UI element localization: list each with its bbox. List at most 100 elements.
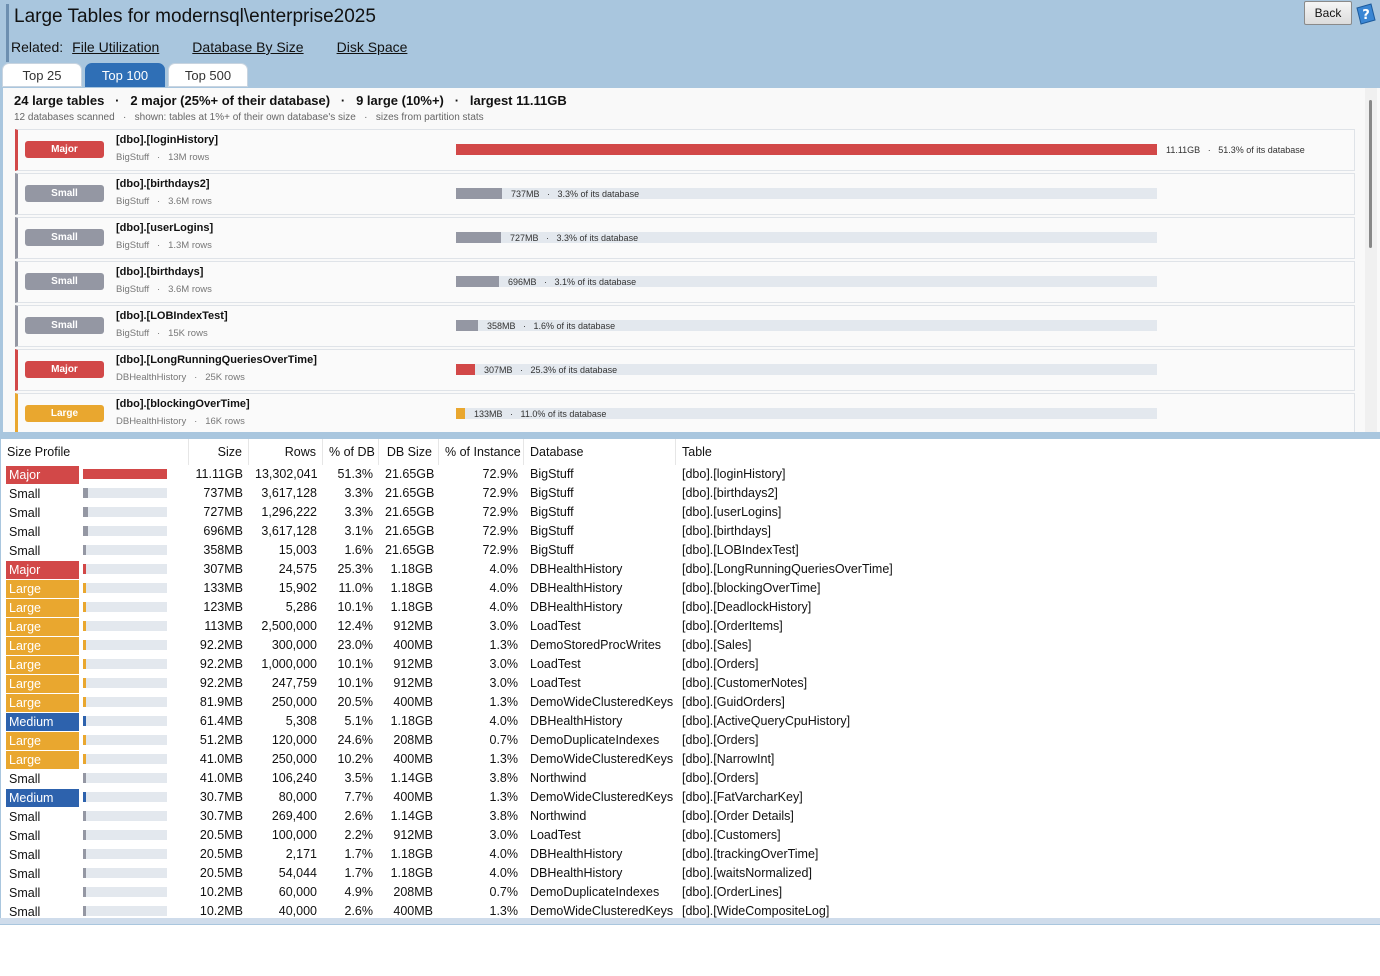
- rows-cell: 100,000: [271, 828, 317, 842]
- panel-splitter[interactable]: [0, 432, 1380, 439]
- size-profile-cell: Small: [9, 525, 41, 539]
- table-row[interactable]: Large 123MB 5,286 10.1% 1.18GB 4.0% DBHealthHi…: [1, 598, 1380, 617]
- table-cell: [dbo].[NarrowInt]: [682, 752, 775, 766]
- db-size-cell: 400MB: [393, 790, 433, 804]
- table-cell: [dbo].[Sales]: [682, 638, 752, 652]
- table-row[interactable]: Medium 30.7MB 80,000 7.7% 400MB 1.3% DemoWideC…: [1, 788, 1380, 807]
- size-bar-fill: [83, 678, 86, 688]
- size-bar-track: [83, 811, 167, 821]
- table-cell: [dbo].[DeadlockHistory]: [682, 600, 812, 614]
- size-bar-track: [456, 144, 1157, 155]
- help-icon[interactable]: ?: [1354, 2, 1378, 26]
- database-by-size-link[interactable]: Database By Size: [192, 39, 303, 55]
- pct-of-instance-cell: 4.0%: [489, 714, 519, 728]
- table-row[interactable]: Small 727MB 1,296,222 3.3% 21.65GB 72.9% BigSt…: [1, 503, 1380, 522]
- table-meta: BigStuff · 1.3M rows: [116, 240, 212, 251]
- column-header-rows[interactable]: Rows: [249, 439, 323, 465]
- pct-of-db-cell: 20.5%: [337, 695, 373, 709]
- column-header-pct-of-instance[interactable]: % of Instance: [439, 439, 524, 465]
- size-profile-cell: Large: [6, 656, 79, 674]
- database-cell: LoadTest: [530, 619, 581, 633]
- table-row[interactable]: Major 11.11GB 13,302,041 51.3% 21.65GB 72.9% B…: [1, 465, 1380, 484]
- db-size-cell: 912MB: [393, 657, 433, 671]
- table-row[interactable]: Large 92.2MB 300,000 23.0% 400MB 1.3% DemoStor…: [1, 636, 1380, 655]
- pct-of-db-cell: 10.1%: [337, 600, 373, 614]
- size-profile-cell: Small: [9, 886, 41, 900]
- rows-cell: 5,308: [285, 714, 317, 728]
- table-cell: [dbo].[FatVarcharKey]: [682, 790, 803, 804]
- table-name: [dbo].[userLogins]: [116, 222, 214, 234]
- size-bar-fill: [83, 640, 86, 650]
- column-header-database[interactable]: Database: [524, 439, 676, 465]
- column-header-db-size[interactable]: DB Size: [379, 439, 439, 465]
- table-row[interactable]: Small 696MB 3,617,128 3.1% 21.65GB 72.9% BigSt…: [1, 522, 1380, 541]
- table-card[interactable]: Small [dbo].[userLogins] BigStuff · 1.3M r…: [15, 217, 1355, 259]
- file-utilization-link[interactable]: File Utilization: [72, 39, 159, 55]
- size-bar-fill: [456, 276, 499, 287]
- table-card[interactable]: Small [dbo].[birthdays] BigStuff · 3.6M ro…: [15, 261, 1355, 303]
- database-cell: DBHealthHistory: [530, 562, 623, 576]
- table-row[interactable]: Small 10.2MB 60,000 4.9% 208MB 0.7% DemoDuplic…: [1, 883, 1380, 902]
- pct-of-instance-cell: 1.3%: [489, 790, 519, 804]
- table-cell: [dbo].[Customers]: [682, 828, 781, 842]
- pct-of-instance-cell: 72.9%: [482, 524, 518, 538]
- table-card[interactable]: Major [dbo].[loginHistory] BigStuff · 13M …: [15, 129, 1355, 171]
- tab-top-25[interactable]: Top 25: [2, 63, 82, 87]
- table-row[interactable]: Large 92.2MB 247,759 10.1% 912MB 3.0% LoadTest…: [1, 674, 1380, 693]
- table-row[interactable]: Small 20.5MB 100,000 2.2% 912MB 3.0% LoadTest […: [1, 826, 1380, 845]
- column-header-size[interactable]: Size: [189, 439, 249, 465]
- back-button[interactable]: Back: [1304, 1, 1352, 25]
- table-row[interactable]: Large 81.9MB 250,000 20.5% 400MB 1.3% DemoWide…: [1, 693, 1380, 712]
- tab-top-500[interactable]: Top 500: [168, 63, 248, 87]
- table-card[interactable]: Major [dbo].[LongRunningQueriesOverTime] D…: [15, 349, 1355, 391]
- table-row[interactable]: Medium 61.4MB 5,308 5.1% 1.18GB 4.0% DBHealthH…: [1, 712, 1380, 731]
- header: Large Tables for modernsql\enterprise202…: [0, 0, 1380, 88]
- table-row[interactable]: Small 358MB 15,003 1.6% 21.65GB 72.9% BigStuff…: [1, 541, 1380, 560]
- pct-of-instance-cell: 4.0%: [489, 866, 519, 880]
- table-row[interactable]: Small 737MB 3,617,128 3.3% 21.65GB 72.9% BigSt…: [1, 484, 1380, 503]
- tab-top-100[interactable]: Top 100: [85, 63, 165, 87]
- size-cell: 61.4MB: [199, 714, 243, 728]
- cards-scrollbar[interactable]: [1365, 88, 1377, 432]
- related-links: Related: File Utilization Database By Si…: [11, 39, 440, 55]
- db-size-cell: 21.65GB: [385, 524, 435, 538]
- size-profile-badge: Major: [25, 141, 104, 158]
- table-row[interactable]: Small 20.5MB 54,044 1.7% 1.18GB 4.0% DBHealthH…: [1, 864, 1380, 883]
- pct-of-db-cell: 1.7%: [344, 847, 374, 861]
- table-row[interactable]: Large 133MB 15,902 11.0% 1.18GB 4.0% DBHealthH…: [1, 579, 1380, 598]
- table-name: [dbo].[blockingOverTime]: [116, 398, 250, 410]
- size-profile-cell: Large: [6, 580, 79, 598]
- db-size-cell: 1.18GB: [390, 847, 433, 861]
- table-row[interactable]: Small 20.5MB 2,171 1.7% 1.18GB 4.0% DBHealthHi…: [1, 845, 1380, 864]
- pct-of-db-cell: 5.1%: [344, 714, 374, 728]
- disk-space-link[interactable]: Disk Space: [337, 39, 408, 55]
- size-profile-cell: Small: [9, 506, 41, 520]
- table-row[interactable]: Large 41.0MB 250,000 10.2% 400MB 1.3% DemoWide…: [1, 750, 1380, 769]
- table-row[interactable]: Small 41.0MB 106,240 3.5% 1.14GB 3.8% Northwin…: [1, 769, 1380, 788]
- size-bar-track: [83, 849, 167, 859]
- related-label: Related:: [11, 39, 64, 55]
- size-profile-cell: Large: [6, 732, 79, 750]
- pct-of-instance-cell: 4.0%: [489, 600, 519, 614]
- table-meta: BigStuff · 3.6M rows: [116, 196, 212, 207]
- size-profile-cell: Small: [9, 829, 41, 843]
- table-row[interactable]: Large 51.2MB 120,000 24.6% 208MB 0.7% DemoDupl…: [1, 731, 1380, 750]
- size-profile-cell: Small: [9, 772, 41, 786]
- cards-scrollbar-thumb[interactable]: [1369, 100, 1372, 248]
- table-card[interactable]: Large [dbo].[blockingOverTime] DBHealthHis…: [15, 393, 1355, 432]
- table-row[interactable]: Small 10.2MB 40,000 2.6% 400MB 1.3% DemoWideCl…: [1, 902, 1380, 918]
- column-header-pct-of-db[interactable]: % of DB: [323, 439, 379, 465]
- table-card[interactable]: Small [dbo].[LOBIndexTest] BigStuff · 15K …: [15, 305, 1355, 347]
- table-name: [dbo].[birthdays2]: [116, 178, 210, 190]
- database-cell: DemoStoredProcWrites: [530, 638, 662, 652]
- column-header-size-profile[interactable]: Size Profile: [1, 439, 189, 465]
- table-row[interactable]: Small 30.7MB 269,400 2.6% 1.14GB 3.8% Northwin…: [1, 807, 1380, 826]
- column-header-table[interactable]: Table: [676, 439, 1376, 465]
- size-profile-cell: Large: [6, 637, 79, 655]
- table-row[interactable]: Major 307MB 24,575 25.3% 1.18GB 4.0% DBHealthH…: [1, 560, 1380, 579]
- rows-cell: 120,000: [271, 733, 317, 747]
- table-row[interactable]: Large 113MB 2,500,000 12.4% 912MB 3.0% LoadTes…: [1, 617, 1380, 636]
- table-card[interactable]: Small [dbo].[birthdays2] BigStuff · 3.6M r…: [15, 173, 1355, 215]
- size-bar-fill: [83, 830, 86, 840]
- table-row[interactable]: Large 92.2MB 1,000,000 10.1% 912MB 3.0% LoadTe…: [1, 655, 1380, 674]
